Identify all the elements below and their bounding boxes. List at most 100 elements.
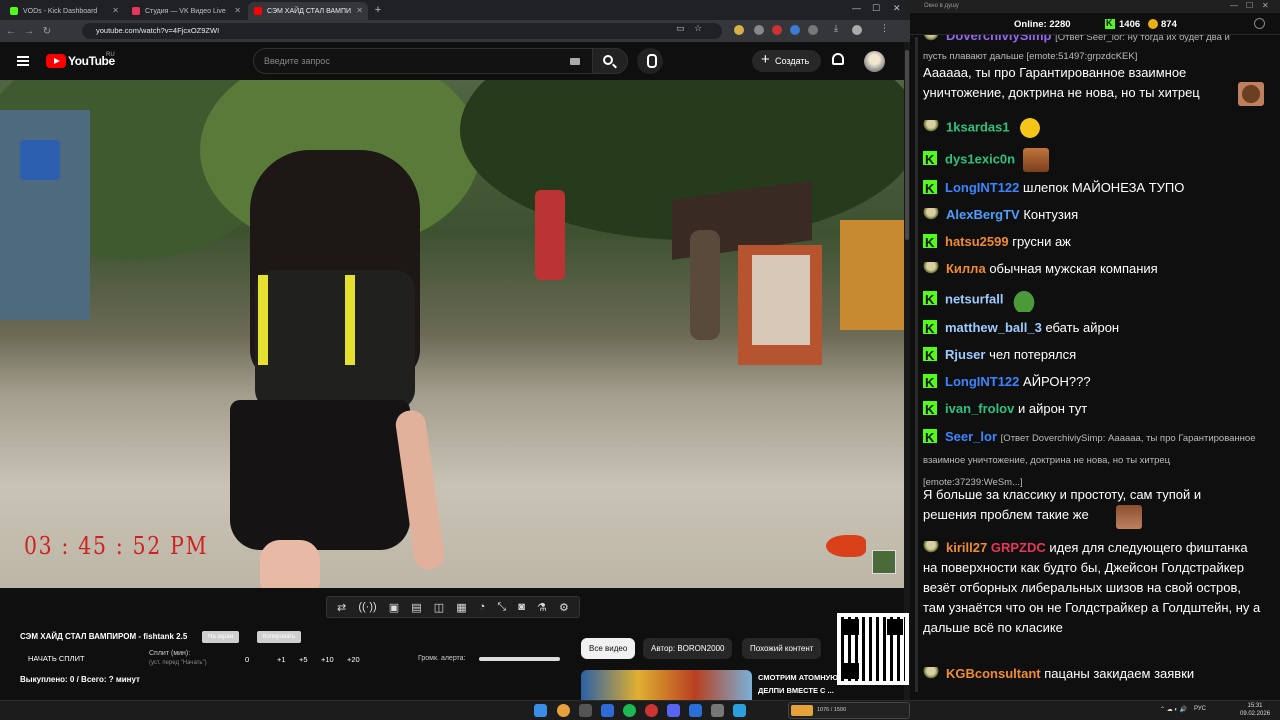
- chat-nick[interactable]: 1ksardas1: [946, 119, 1010, 134]
- clock-time: 15:31: [1247, 703, 1263, 709]
- bookmark-star-icon[interactable]: ☆: [694, 23, 702, 34]
- chat-nick[interactable]: kirill27: [946, 540, 987, 555]
- pip-icon[interactable]: ◫: [434, 601, 444, 614]
- tab-vk-studio[interactable]: Студия — VK Видео Live ✕: [126, 2, 246, 20]
- notifications-bell-icon[interactable]: [832, 53, 844, 65]
- telegram-icon[interactable]: [733, 704, 746, 717]
- chip-all-videos[interactable]: Все видео: [581, 638, 636, 659]
- chat-nick[interactable]: LongINT122: [945, 180, 1019, 195]
- forward-icon[interactable]: →: [22, 26, 36, 37]
- extension-icon[interactable]: [790, 25, 800, 35]
- add-20-button[interactable]: +20: [347, 655, 360, 664]
- film-icon[interactable]: ▤: [411, 601, 421, 614]
- video-title: СЭМ ХАЙД СТАЛ ВАМПИРОМ - fishtank 2.5: [20, 632, 188, 641]
- add-5-button[interactable]: +5: [299, 655, 308, 664]
- maximize-icon[interactable]: ☐: [1246, 1, 1253, 10]
- camera-icon[interactable]: ◙: [518, 601, 525, 613]
- chip-author[interactable]: Автор: BORON2000: [643, 638, 733, 659]
- resize-icon[interactable]: ⤡: [497, 601, 506, 614]
- menu-dots-icon[interactable]: ⋮: [880, 23, 889, 34]
- alert-volume-slider[interactable]: [479, 657, 560, 661]
- close-tab-icon[interactable]: ✕: [112, 6, 119, 15]
- voice-search-icon[interactable]: [637, 48, 663, 74]
- chat-nick[interactable]: ivan_frolov: [945, 401, 1014, 416]
- chat-mention[interactable]: GRPZDC: [991, 540, 1046, 555]
- speed-icon[interactable]: ◔: [479, 601, 486, 613]
- url-field[interactable]: youtube.com/watch?v=4FjcxOZ9ZWI: [82, 23, 722, 39]
- chat-nick[interactable]: Seer_lor: [945, 429, 997, 444]
- chat-nick[interactable]: dys1exic0n: [945, 151, 1015, 166]
- windows-start-icon[interactable]: [534, 704, 547, 717]
- discord-icon[interactable]: [667, 704, 680, 717]
- close-window-icon[interactable]: ✕: [893, 3, 901, 14]
- chip-similar[interactable]: Похожий контент: [742, 638, 822, 659]
- app-icon[interactable]: [711, 704, 724, 717]
- tray-icons[interactable]: ⌃ ☁ ◐ 🔊: [1160, 706, 1187, 713]
- chat-nick[interactable]: netsurfall: [945, 291, 1004, 306]
- chat-nick[interactable]: KGBconsultant: [946, 666, 1041, 681]
- new-tab-button[interactable]: +: [370, 4, 386, 16]
- app-icon[interactable]: [579, 704, 592, 717]
- avatar[interactable]: [864, 51, 885, 72]
- close-window-icon[interactable]: ✕: [1262, 1, 1269, 10]
- video-player[interactable]: 03 : 45 : 52 PM: [0, 80, 904, 588]
- chat-text: и айрон тут: [1017, 401, 1088, 416]
- download-icon[interactable]: ⤓: [834, 23, 838, 34]
- app-icon[interactable]: [689, 704, 702, 717]
- captions-icon[interactable]: ▦: [456, 601, 466, 614]
- add-10-button[interactable]: +10: [321, 655, 334, 664]
- chrome-icon[interactable]: [557, 704, 570, 717]
- chat-nick[interactable]: LongINT122: [945, 374, 1019, 389]
- settings-gear-icon[interactable]: ⚙: [559, 601, 569, 614]
- vk-badge-icon: [923, 541, 939, 554]
- close-tab-icon[interactable]: ✕: [356, 6, 363, 15]
- tab-kick-dashboard[interactable]: VODs - Kick Dashboard ✕: [4, 2, 124, 20]
- online-count: 2280: [1049, 19, 1071, 30]
- reload-icon[interactable]: ↻: [40, 26, 54, 37]
- donation-goal-progress: 1076 / 1500: [817, 707, 847, 713]
- create-button[interactable]: Создать: [752, 49, 821, 72]
- minimize-icon[interactable]: —: [1230, 1, 1238, 10]
- cast-icon[interactable]: ▭: [676, 23, 685, 34]
- add-1-button[interactable]: +1: [277, 655, 286, 664]
- obs-icon[interactable]: [645, 704, 658, 717]
- chat-nick[interactable]: hatsu2599: [945, 234, 1009, 249]
- pepe-emote: [1011, 288, 1038, 312]
- youtube-logo-icon[interactable]: [46, 54, 66, 68]
- menu-hamburger-icon[interactable]: [17, 56, 29, 66]
- settings-icon[interactable]: [1254, 18, 1265, 29]
- profile-icon[interactable]: [852, 25, 862, 35]
- extension-icon[interactable]: [734, 25, 744, 35]
- minimize-icon[interactable]: —: [852, 3, 861, 13]
- spotify-icon[interactable]: [623, 704, 636, 717]
- fish-logo-icon: [826, 535, 866, 557]
- language-indicator[interactable]: РУС: [1194, 706, 1206, 712]
- back-icon[interactable]: ←: [4, 26, 18, 37]
- extensions-puzzle-icon[interactable]: [808, 25, 818, 35]
- copy-button[interactable]: Копировать: [257, 631, 302, 643]
- maximize-icon[interactable]: ☐: [872, 3, 880, 14]
- extension-icon[interactable]: [772, 25, 782, 35]
- chat-text: обычная мужская компания: [989, 261, 1158, 276]
- screenshot-icon[interactable]: ▣: [389, 601, 399, 614]
- start-split-button[interactable]: НАЧАТЬ СПЛИТ: [28, 654, 85, 663]
- chat-nick[interactable]: DoverchiviySimp: [946, 35, 1052, 43]
- keyboard-icon[interactable]: [570, 58, 580, 65]
- qr-code: [837, 613, 909, 685]
- chat-nick[interactable]: matthew_ball_3: [945, 320, 1042, 335]
- search-input[interactable]: Введите запрос: [253, 48, 593, 74]
- steam-icon[interactable]: [601, 704, 614, 717]
- related-video-thumbnail[interactable]: [581, 670, 752, 700]
- show-on-screen-button[interactable]: На экран: [202, 631, 240, 643]
- close-tab-icon[interactable]: ✕: [234, 6, 241, 15]
- chat-nick[interactable]: AlexBergTV: [946, 207, 1020, 222]
- chat-nick[interactable]: Килла: [946, 261, 986, 276]
- flask-icon[interactable]: ⚗: [537, 601, 547, 614]
- loop-icon[interactable]: ⇄: [337, 601, 346, 614]
- chat-scrollbar[interactable]: [915, 37, 918, 692]
- tab-youtube[interactable]: СЭМ ХАЙД СТАЛ ВАМПИ ✕: [248, 2, 368, 20]
- extension-icon[interactable]: [754, 25, 764, 35]
- broadcast-icon[interactable]: ((·)): [358, 601, 376, 613]
- chat-nick[interactable]: Rjuser: [945, 347, 985, 362]
- taskbar-clock[interactable]: 15:31 09.02.2026: [1240, 702, 1270, 718]
